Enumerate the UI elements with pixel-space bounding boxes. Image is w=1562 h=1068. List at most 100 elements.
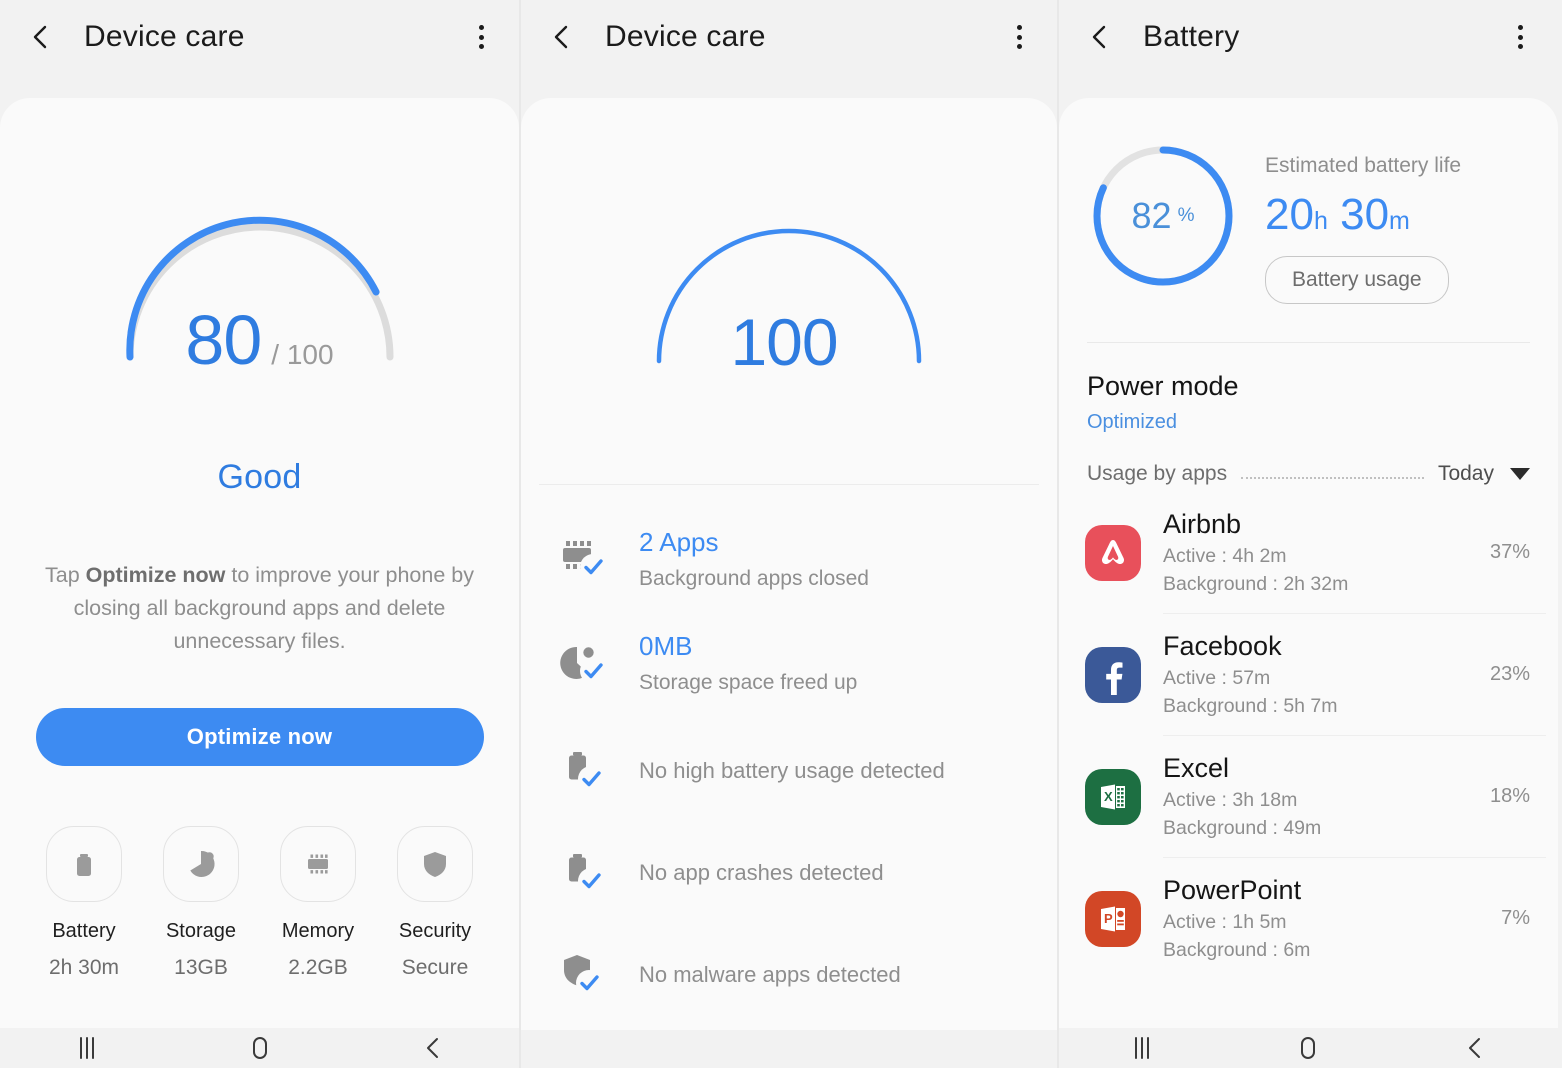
- app-name: Facebook: [1163, 631, 1282, 661]
- device-care-gauge: 80 / 100: [0, 202, 519, 438]
- app-active-time: Active : 1h 5m: [1163, 911, 1287, 933]
- app-usage-row[interactable]: Airbnb Active : 4h 2m Background : 2h 32…: [1059, 492, 1558, 613]
- screens-container: Device care 80 / 100 Good Tap Optimize n…: [0, 0, 1562, 1068]
- power-mode-value: Optimized: [1087, 411, 1178, 433]
- quick-item-value: Secure: [401, 956, 469, 979]
- memory-chip-icon: [280, 826, 356, 902]
- optimize-tip-text: Tap Optimize now to improve your phone b…: [44, 559, 475, 658]
- result-subtitle: No malware apps detected: [639, 962, 901, 987]
- gauge-score-group: 100: [521, 304, 1057, 380]
- quick-item-label: Battery: [52, 920, 116, 942]
- chevron-left-icon[interactable]: [1083, 20, 1117, 54]
- memory-chip-check-icon: [555, 531, 619, 587]
- estimate-minutes: 30: [1340, 190, 1390, 239]
- estimate-hours-unit: h: [1313, 207, 1328, 235]
- navbar-screen3: [1059, 1028, 1558, 1068]
- page-title: Device care: [605, 20, 766, 53]
- battery-percent-sign: %: [1177, 205, 1195, 226]
- result-divider: [539, 484, 1039, 485]
- appbar-screen1: Device care: [0, 0, 519, 74]
- chevron-left-icon[interactable]: [24, 20, 58, 54]
- result-row: 0MB Storage space freed up: [521, 611, 1057, 715]
- result-subtitle: Background apps closed: [639, 567, 869, 590]
- quick-item-security[interactable]: Security Secure: [385, 826, 485, 980]
- chevron-left-icon[interactable]: [545, 20, 579, 54]
- usage-by-apps-header: Usage by apps Today: [1087, 462, 1530, 486]
- shield-check-icon: [555, 947, 619, 1003]
- result-title: 2 Apps: [639, 527, 719, 557]
- app-name: Excel: [1163, 753, 1230, 783]
- tip-prefix: Tap: [45, 563, 86, 587]
- device-care-result-card: 100 2 Apps Background apps closed 0MB St…: [521, 98, 1057, 1030]
- screen-device-care-result: Device care 100 2 Apps Background apps c…: [519, 0, 1059, 1068]
- quick-item-memory[interactable]: Memory 2.2GB: [268, 826, 368, 980]
- overflow-menu-icon[interactable]: [467, 22, 495, 52]
- airbnb-icon: [1085, 524, 1141, 581]
- quick-item-value: 2.2GB: [288, 956, 348, 979]
- power-mode-title: Power mode: [1087, 371, 1239, 401]
- overflow-menu-icon[interactable]: [1506, 22, 1534, 52]
- estimated-battery-life-label: Estimated battery life: [1265, 154, 1462, 177]
- app-usage-percent: 37%: [1489, 541, 1530, 563]
- result-list: 2 Apps Background apps closed 0MB Storag…: [521, 507, 1057, 1021]
- app-usage-body: Excel Active : 3h 18m Background : 49m: [1163, 752, 1490, 841]
- optimize-now-button[interactable]: Optimize now: [35, 708, 484, 766]
- battery-usage-button[interactable]: Battery usage: [1265, 256, 1449, 304]
- result-row: No high battery usage detected: [521, 715, 1057, 817]
- device-care-gauge: 100: [521, 206, 1057, 442]
- chevron-down-icon[interactable]: [1510, 468, 1530, 480]
- app-background-time: Background : 2h 32m: [1163, 573, 1349, 595]
- battery-percent-value: 82: [1131, 195, 1172, 236]
- battery-level-ring: 82 %: [1087, 140, 1239, 292]
- app-name: Airbnb: [1163, 509, 1242, 539]
- app-usage-percent: 18%: [1489, 785, 1530, 807]
- navbar-screen1: [0, 1028, 519, 1068]
- usage-period-value[interactable]: Today: [1438, 462, 1494, 486]
- power-mode-section[interactable]: Power mode Optimized: [1059, 343, 1558, 434]
- result-body: No malware apps detected: [639, 960, 901, 990]
- battery-summary: 82 % Estimated battery life 20h 30m Batt…: [1059, 98, 1558, 304]
- recents-icon[interactable]: [1110, 1031, 1174, 1065]
- quick-access-row: Battery 2h 30m Storage 13GB Memory 2.2GB…: [34, 826, 485, 980]
- quick-item-storage[interactable]: Storage 13GB: [151, 826, 251, 980]
- battery-icon: [46, 826, 122, 902]
- app-background-time: Background : 49m: [1163, 817, 1322, 839]
- estimate-hours: 20: [1265, 190, 1314, 239]
- app-usage-row[interactable]: Facebook Active : 57m Background : 5h 7m…: [1059, 614, 1558, 735]
- tip-bold: Optimize now: [85, 563, 226, 587]
- svg-text:X: X: [1104, 789, 1113, 804]
- app-active-time: Active : 3h 18m: [1163, 789, 1298, 811]
- app-active-time: Active : 57m: [1163, 667, 1271, 689]
- gauge-status-label: Good: [217, 458, 302, 496]
- home-icon[interactable]: [1276, 1031, 1340, 1065]
- battery-estimate-info: Estimated battery life 20h 30m Battery u…: [1265, 140, 1461, 304]
- back-icon[interactable]: [1443, 1031, 1507, 1065]
- gauge-score-value: 80: [185, 301, 262, 379]
- result-row: No malware apps detected: [521, 919, 1057, 1021]
- estimate-minutes-unit: m: [1389, 207, 1410, 235]
- dotted-leader: [1241, 477, 1424, 479]
- battery-check-icon: [555, 845, 619, 901]
- app-active-time: Active : 4h 2m: [1163, 545, 1287, 567]
- facebook-icon: [1085, 646, 1141, 703]
- app-usage-row[interactable]: P PowerPoint Active : 1h 5m Background :…: [1059, 858, 1558, 979]
- quick-item-value: 13GB: [174, 956, 228, 979]
- recents-icon[interactable]: [55, 1031, 119, 1065]
- app-usage-row[interactable]: X Excel Active : 3h 18m Background : 49m…: [1059, 736, 1558, 857]
- usage-by-apps-label: Usage by apps: [1087, 462, 1228, 485]
- usage-app-list: Airbnb Active : 4h 2m Background : 2h 32…: [1059, 492, 1558, 979]
- overflow-menu-icon[interactable]: [1005, 22, 1033, 52]
- result-body: No app crashes detected: [639, 858, 884, 888]
- quick-item-label: Storage: [165, 920, 237, 942]
- result-row: No app crashes detected: [521, 817, 1057, 919]
- quick-item-battery[interactable]: Battery 2h 30m: [34, 826, 134, 980]
- app-usage-body: Facebook Active : 57m Background : 5h 7m: [1163, 630, 1490, 719]
- powerpoint-icon: P: [1085, 890, 1141, 947]
- home-icon[interactable]: [228, 1031, 292, 1065]
- quick-item-label: Security: [398, 920, 472, 942]
- app-usage-percent: 23%: [1489, 663, 1530, 685]
- back-icon[interactable]: [401, 1031, 465, 1065]
- storage-pie-icon: [163, 826, 239, 902]
- app-usage-body: PowerPoint Active : 1h 5m Background : 6…: [1163, 874, 1501, 963]
- battery-card: 82 % Estimated battery life 20h 30m Batt…: [1059, 98, 1558, 1036]
